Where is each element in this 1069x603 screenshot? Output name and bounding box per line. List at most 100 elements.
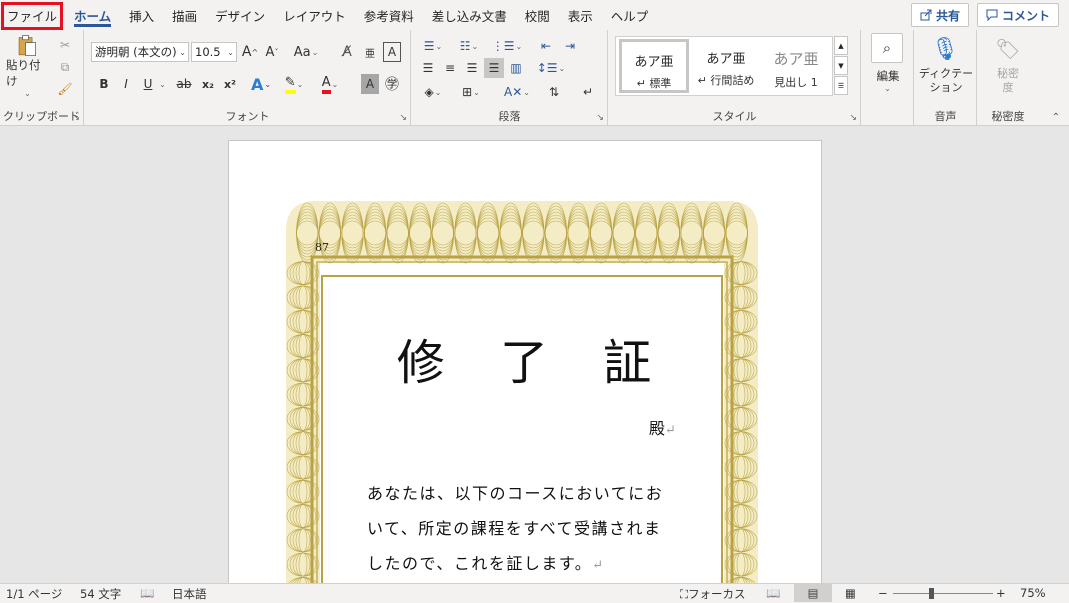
tab-review[interactable]: 校閲 (516, 0, 559, 30)
zoom-level[interactable]: 75% (1020, 586, 1046, 600)
underline-button[interactable]: U (139, 74, 157, 94)
clipboard-group: 貼り付け ⌄ ✂ ⧉ 🖌 クリップボード ↘ (0, 30, 84, 126)
justify-icon[interactable]: ☰ (484, 58, 504, 78)
tab-home[interactable]: ホーム (65, 0, 120, 30)
tab-view[interactable]: 表示 (559, 0, 602, 30)
underline-dropdown-icon[interactable]: ⌄ (157, 74, 167, 94)
show-marks-icon[interactable]: ↵ (578, 82, 598, 102)
bold-button[interactable]: B (95, 74, 113, 94)
zoom-slider-track[interactable] (893, 593, 993, 594)
sort-icon[interactable]: ⇅ (542, 82, 566, 102)
clipboard-launcher-icon[interactable]: ↘ (72, 113, 80, 123)
gallery-down-icon[interactable]: ▼ (834, 56, 848, 75)
comment-button[interactable]: コメント (976, 3, 1059, 27)
format-painter-icon[interactable]: 🖌 (56, 80, 74, 98)
page-count[interactable]: 1/1 ページ (6, 586, 62, 602)
style-heading-1[interactable]: あア亜 見出し 1 (761, 39, 831, 93)
print-layout-icon[interactable]: ▤ (794, 584, 832, 602)
change-case-button[interactable]: Aa ⌄ (293, 42, 319, 62)
bullets-icon[interactable]: ☰ ⌄ (418, 36, 448, 56)
collapse-ribbon-icon[interactable]: ⌃ (1048, 110, 1064, 124)
borders-icon[interactable]: ⊞ ⌄ (456, 82, 486, 102)
zoom-in-button[interactable]: + (996, 586, 1006, 600)
proofing-icon[interactable]: 📖 (140, 586, 154, 600)
paragraph-launcher-icon[interactable]: ↘ (596, 113, 604, 123)
tab-references[interactable]: 参考資料 (355, 0, 423, 30)
align-left-icon[interactable]: ☰ (418, 58, 438, 78)
voice-group: 🎙 ディクテー ション 音声 (915, 30, 977, 126)
word-count[interactable]: 54 文字 (80, 586, 121, 602)
align-right-icon[interactable]: ☰ (462, 58, 482, 78)
tab-help[interactable]: ヘルプ (602, 0, 658, 30)
microphone-icon[interactable]: 🎙 (931, 34, 959, 64)
shrink-font-icon[interactable]: Aˇ (263, 42, 281, 62)
highlight-color-icon[interactable]: ✎ ⌄ (281, 74, 307, 94)
search-icon[interactable]: ⌕ (871, 33, 903, 63)
certificate-body[interactable]: あなたは、以下のコースにおいてにお いて、所定の課程をすべて受講されま したので… (367, 476, 677, 583)
asian-layout-icon[interactable]: A✕ ⌄ (502, 82, 532, 102)
grow-font-icon[interactable]: A ^ (241, 42, 259, 62)
gallery-up-icon[interactable]: ▲ (834, 36, 848, 55)
subscript-button[interactable]: x₂ (199, 74, 217, 94)
gallery-more-icon[interactable]: ☰ (834, 76, 848, 95)
document-canvas[interactable]: 87 修 了 証 殿↵ あなたは、以下のコースにおいてにお いて、所定の課程をす… (0, 127, 1069, 583)
style-normal[interactable]: あア亜 ↵ 標準 (619, 39, 689, 93)
italic-button[interactable]: I (117, 74, 135, 94)
distributed-icon[interactable]: ▥ (506, 58, 526, 78)
honorific-text: 殿 (649, 419, 666, 438)
share-button[interactable]: 共有 (910, 3, 969, 27)
style-name: 見出し 1 (774, 76, 818, 89)
superscript-button[interactable]: x² (221, 74, 239, 94)
tab-draw[interactable]: 描画 (163, 0, 206, 30)
styles-launcher-icon[interactable]: ↘ (849, 113, 857, 123)
text-effects-icon[interactable]: A ⌄ (249, 74, 273, 94)
recipient-honorific[interactable]: 殿↵ (649, 415, 676, 439)
tab-layout[interactable]: レイアウト (274, 0, 355, 30)
increase-indent-icon[interactable]: ⇥ (560, 36, 580, 56)
font-name-combo[interactable]: 游明朝 (本文の) ⌄ (91, 42, 189, 62)
tab-mailings[interactable]: 差し込み文書 (423, 0, 516, 30)
sensitivity-button[interactable]: 秘密 度 (982, 66, 1034, 96)
decrease-indent-icon[interactable]: ⇤ (536, 36, 556, 56)
paste-button[interactable]: 貼り付け ⌄ (6, 34, 48, 98)
chevron-down-icon: ⌄ (227, 47, 234, 57)
copy-icon[interactable]: ⧉ (56, 58, 74, 76)
style-gallery: あア亜 ↵ 標準 あア亜 ↵ 行間詰め あア亜 見出し 1 (615, 36, 833, 96)
focus-label: フォーカス (688, 587, 746, 601)
dictate-button[interactable]: ディクテー ション (917, 66, 975, 96)
font-size-combo[interactable]: 10.5 ⌄ (191, 42, 237, 62)
line-spacing-icon[interactable]: ↕☰ ⌄ (536, 58, 566, 78)
clear-format-icon[interactable]: A̸ (337, 42, 357, 62)
paste-dropdown-icon[interactable]: ⌄ (24, 89, 31, 98)
style-no-spacing[interactable]: あア亜 ↵ 行間詰め (691, 39, 761, 93)
cut-icon[interactable]: ✂ (56, 36, 74, 54)
font-color-icon[interactable]: A ⌄ (317, 74, 343, 94)
align-center-icon[interactable]: ≡ (440, 58, 460, 78)
tab-insert[interactable]: 挿入 (120, 0, 163, 30)
style-sample: あア亜 (634, 55, 674, 70)
zoom-slider-thumb[interactable] (929, 588, 934, 599)
certificate-title[interactable]: 修 了 証 (229, 323, 821, 393)
tab-design[interactable]: デザイン (206, 0, 274, 30)
edit-dropdown-icon[interactable]: ⌄ (880, 82, 894, 94)
zoom-out-button[interactable]: − (878, 586, 888, 600)
enclosed-char-icon[interactable]: ㊫ (383, 74, 401, 94)
enclose-char-icon[interactable]: A (383, 42, 401, 62)
char-shading-icon[interactable]: A (361, 74, 379, 94)
clipboard-group-label: クリップボード (3, 110, 80, 123)
web-layout-icon[interactable]: ▦ (845, 586, 856, 600)
font-launcher-icon[interactable]: ↘ (399, 113, 407, 123)
language[interactable]: 日本語 (172, 586, 207, 602)
phonetic-guide-icon[interactable]: 亜 (361, 42, 379, 62)
focus-button[interactable]: ⛶フォーカス (680, 586, 746, 602)
share-icon (920, 9, 932, 21)
strikethrough-button[interactable]: ab (173, 74, 195, 94)
read-mode-icon[interactable]: 📖 (766, 586, 780, 600)
sensitivity-icon[interactable]: 🏷 (994, 34, 1022, 64)
file-tab[interactable]: ファイル (1, 1, 63, 30)
document-page[interactable]: 87 修 了 証 殿↵ あなたは、以下のコースにおいてにお いて、所定の課程をす… (228, 140, 822, 583)
numbering-icon[interactable]: ☷ ⌄ (454, 36, 484, 56)
multilevel-list-icon[interactable]: ⋮☰ ⌄ (492, 36, 522, 56)
comment-icon (986, 9, 998, 21)
shading-icon[interactable]: ◈ ⌄ (418, 82, 448, 102)
